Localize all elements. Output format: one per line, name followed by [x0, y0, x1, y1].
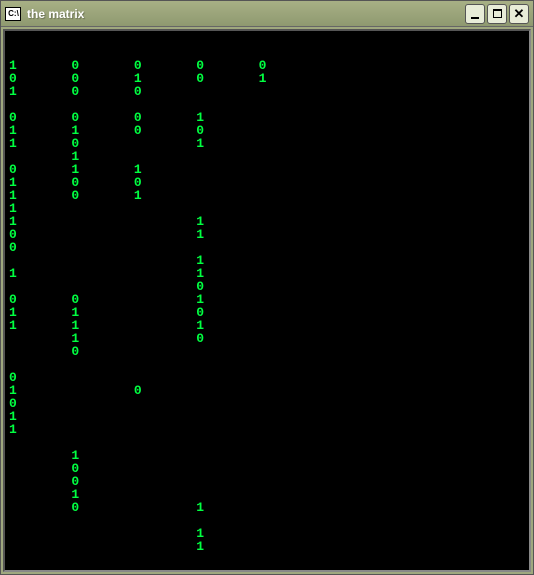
console-line [9, 436, 525, 449]
console-line: 1 [9, 423, 525, 436]
console-line: 0 [9, 475, 525, 488]
console-line: 1 [9, 540, 525, 553]
titlebar[interactable]: C:\ the matrix ✕ [1, 1, 533, 27]
maximize-icon [493, 9, 502, 18]
console-line: 1 0 1 [9, 137, 525, 150]
console-line: 1 0 1 [9, 189, 525, 202]
close-icon: ✕ [514, 6, 525, 22]
console-line: 1 0 0 [9, 85, 525, 98]
window-controls: ✕ [465, 4, 529, 24]
cmd-icon: C:\ [5, 7, 21, 21]
console-line: 0 1 [9, 228, 525, 241]
console-output: 1 0 0 0 00 0 1 0 11 0 00 0 0 11 1 0 01 0… [3, 29, 531, 572]
console-line: 0 [9, 345, 525, 358]
console-line: 1 0 [9, 332, 525, 345]
console-window: C:\ the matrix ✕ 1 0 0 0 00 0 1 0 11 0 0… [0, 0, 534, 575]
console-line [9, 358, 525, 371]
console-line: 1 [9, 449, 525, 462]
minimize-button[interactable] [465, 4, 485, 24]
console-line: 0 [9, 462, 525, 475]
console-line: 0 1 [9, 501, 525, 514]
matrix-rain: 1 0 0 0 00 0 1 0 11 0 00 0 0 11 1 0 01 0… [9, 59, 525, 553]
console-line: 0 [9, 397, 525, 410]
minimize-icon [471, 17, 479, 19]
console-line: 1 0 [9, 384, 525, 397]
window-title: the matrix [27, 7, 465, 21]
console-line: 1 [9, 410, 525, 423]
maximize-button[interactable] [487, 4, 507, 24]
close-button[interactable]: ✕ [509, 4, 529, 24]
